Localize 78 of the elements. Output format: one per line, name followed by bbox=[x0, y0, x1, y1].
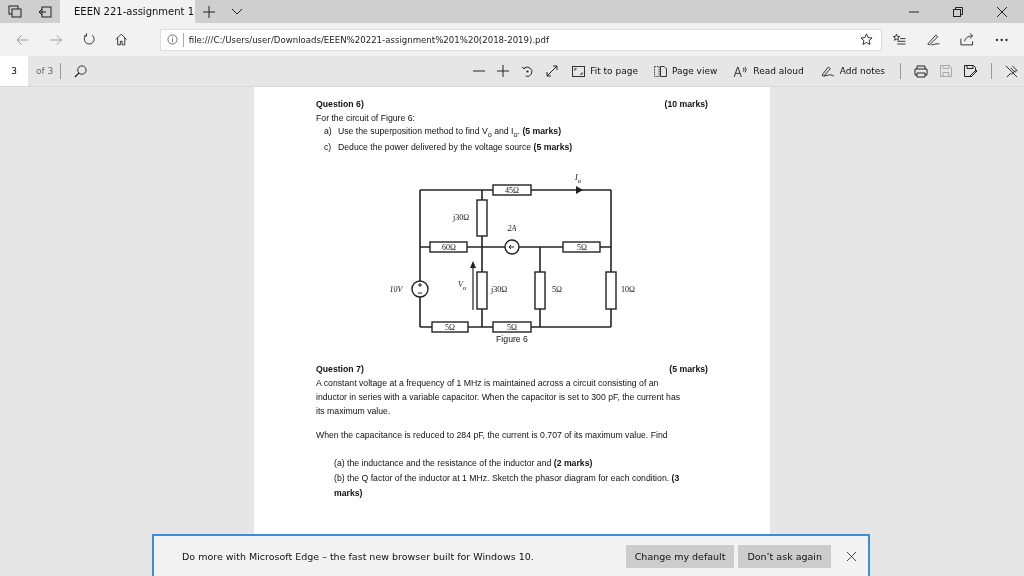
read-aloud-button[interactable]: Read aloud bbox=[725, 65, 812, 77]
question-text: For the circuit of Figure 6: bbox=[316, 112, 416, 125]
share-icon[interactable] bbox=[960, 33, 975, 46]
figure-caption: Figure 6 bbox=[495, 333, 529, 344]
voltage-arrow bbox=[470, 260, 476, 311]
pen-icon[interactable] bbox=[925, 33, 941, 46]
circuit-label: j30Ω bbox=[490, 284, 508, 294]
question-text: A constant voltage at a frequency of 1 MHz is maintained across a circuit consisting of an inductor in series with a variable capacitor. When the capacitor is set to 300 pF, the current has its maximum value. bbox=[316, 376, 682, 418]
resistor-symbol bbox=[476, 199, 488, 237]
tab-preview-icon[interactable] bbox=[8, 4, 22, 19]
circuit-label: 5Ω bbox=[507, 322, 517, 332]
list-label: a) bbox=[324, 125, 333, 138]
resistor-symbol bbox=[476, 271, 488, 310]
question-text: When the capacitance is reduced to 284 pF, the current is 0.707 of its maximum value. Find bbox=[316, 428, 669, 442]
question-heading: Question 7) bbox=[316, 363, 364, 374]
question-part: Use the superposition method to find V$_{o}$ and I$_{o}$. (5 marks) bbox=[338, 125, 562, 141]
add-notes-button[interactable]: Add notes bbox=[811, 65, 893, 77]
page-view-button[interactable]: Page view bbox=[645, 65, 726, 77]
fit-page-icon bbox=[572, 65, 586, 77]
expand-arrows-icon[interactable] bbox=[546, 65, 559, 77]
circuit-label: 2A bbox=[507, 223, 517, 233]
marks-label: (10 marks) bbox=[664, 99, 708, 109]
favorites-list-icon[interactable] bbox=[891, 33, 906, 46]
fit-to-page-button[interactable]: Fit to page bbox=[564, 65, 646, 77]
read-aloud-icon bbox=[733, 65, 749, 77]
resistor-symbol bbox=[534, 271, 546, 310]
circuit-label: 5Ω bbox=[445, 322, 455, 332]
circuit-label: I$_{o}$ bbox=[575, 172, 581, 185]
chevron-down-icon[interactable] bbox=[231, 7, 243, 16]
resistor-symbol bbox=[492, 184, 532, 196]
resistor-symbol bbox=[605, 271, 617, 310]
more-icon[interactable] bbox=[994, 37, 1008, 42]
circuit-label: 60Ω bbox=[442, 242, 456, 252]
page-view-icon bbox=[653, 65, 667, 77]
notification-message: Do more with Microsoft Edge – the fast new browser built for Windows 10. bbox=[182, 550, 534, 562]
resistor-symbol bbox=[492, 321, 532, 333]
pin-icon[interactable] bbox=[1005, 64, 1018, 78]
save-as-icon[interactable] bbox=[964, 64, 978, 78]
page-count: of 3 bbox=[36, 66, 54, 76]
star-icon[interactable] bbox=[859, 33, 873, 46]
home-icon[interactable] bbox=[115, 33, 128, 46]
circuit-label: 45Ω bbox=[505, 185, 519, 195]
voltage-source-symbol bbox=[411, 280, 429, 298]
restore-icon[interactable] bbox=[953, 6, 963, 17]
current-source-symbol bbox=[504, 239, 520, 255]
new-tab-icon[interactable] bbox=[203, 5, 215, 18]
question-part: Deduce the power delivered by the voltage source (5 marks) bbox=[338, 140, 573, 153]
browser-tab[interactable]: EEEN 221-assignment 1 bbox=[60, 0, 195, 23]
set-tabs-aside-icon[interactable] bbox=[38, 4, 52, 19]
zoom-in-icon[interactable] bbox=[497, 65, 510, 77]
close-icon[interactable] bbox=[847, 551, 856, 561]
address-field[interactable]: file:///C:/Users/user/Downloads/EEEN%20221-assignment%201%20(2018-2019).pdf bbox=[159, 28, 882, 51]
print-icon[interactable] bbox=[914, 64, 928, 78]
list-label: c) bbox=[324, 140, 333, 153]
close-icon[interactable] bbox=[997, 6, 1007, 17]
circuit-label: 10Ω bbox=[621, 284, 635, 294]
current-arrow-icon bbox=[576, 185, 583, 194]
question-part: (a) the inductance and the resistance of the inductor and (2 marks) bbox=[334, 456, 594, 470]
circuit-label: 5Ω bbox=[577, 242, 587, 252]
rotate-icon[interactable] bbox=[521, 64, 535, 78]
circuit-label: j30Ω bbox=[452, 212, 470, 222]
pen-icon bbox=[819, 65, 835, 77]
page-number-field[interactable]: 3 bbox=[0, 56, 28, 86]
circuit-label: 5Ω bbox=[552, 284, 562, 294]
circuit-label: V$_{o}$ bbox=[457, 279, 467, 292]
refresh-icon[interactable] bbox=[82, 33, 96, 46]
marks-label: (5 marks) bbox=[669, 363, 708, 374]
resistor-symbol bbox=[562, 241, 601, 253]
resistor-symbol bbox=[429, 241, 468, 253]
info-icon bbox=[166, 34, 178, 45]
tab-title: EEEN 221-assignment 1 bbox=[74, 6, 194, 17]
notification-button[interactable]: Change my default bbox=[625, 544, 735, 568]
search-icon[interactable] bbox=[74, 64, 88, 78]
notification-button[interactable]: Don’t ask again bbox=[738, 544, 831, 568]
resistor-symbol bbox=[431, 321, 469, 333]
question-part: (b) the Q factor of the inductor at 1 MHz. Sketch the phasor diagram for each condition. (3 marks) bbox=[334, 471, 681, 500]
question-heading: Question 6) bbox=[316, 99, 364, 109]
circuit-label: 10V bbox=[389, 284, 403, 294]
